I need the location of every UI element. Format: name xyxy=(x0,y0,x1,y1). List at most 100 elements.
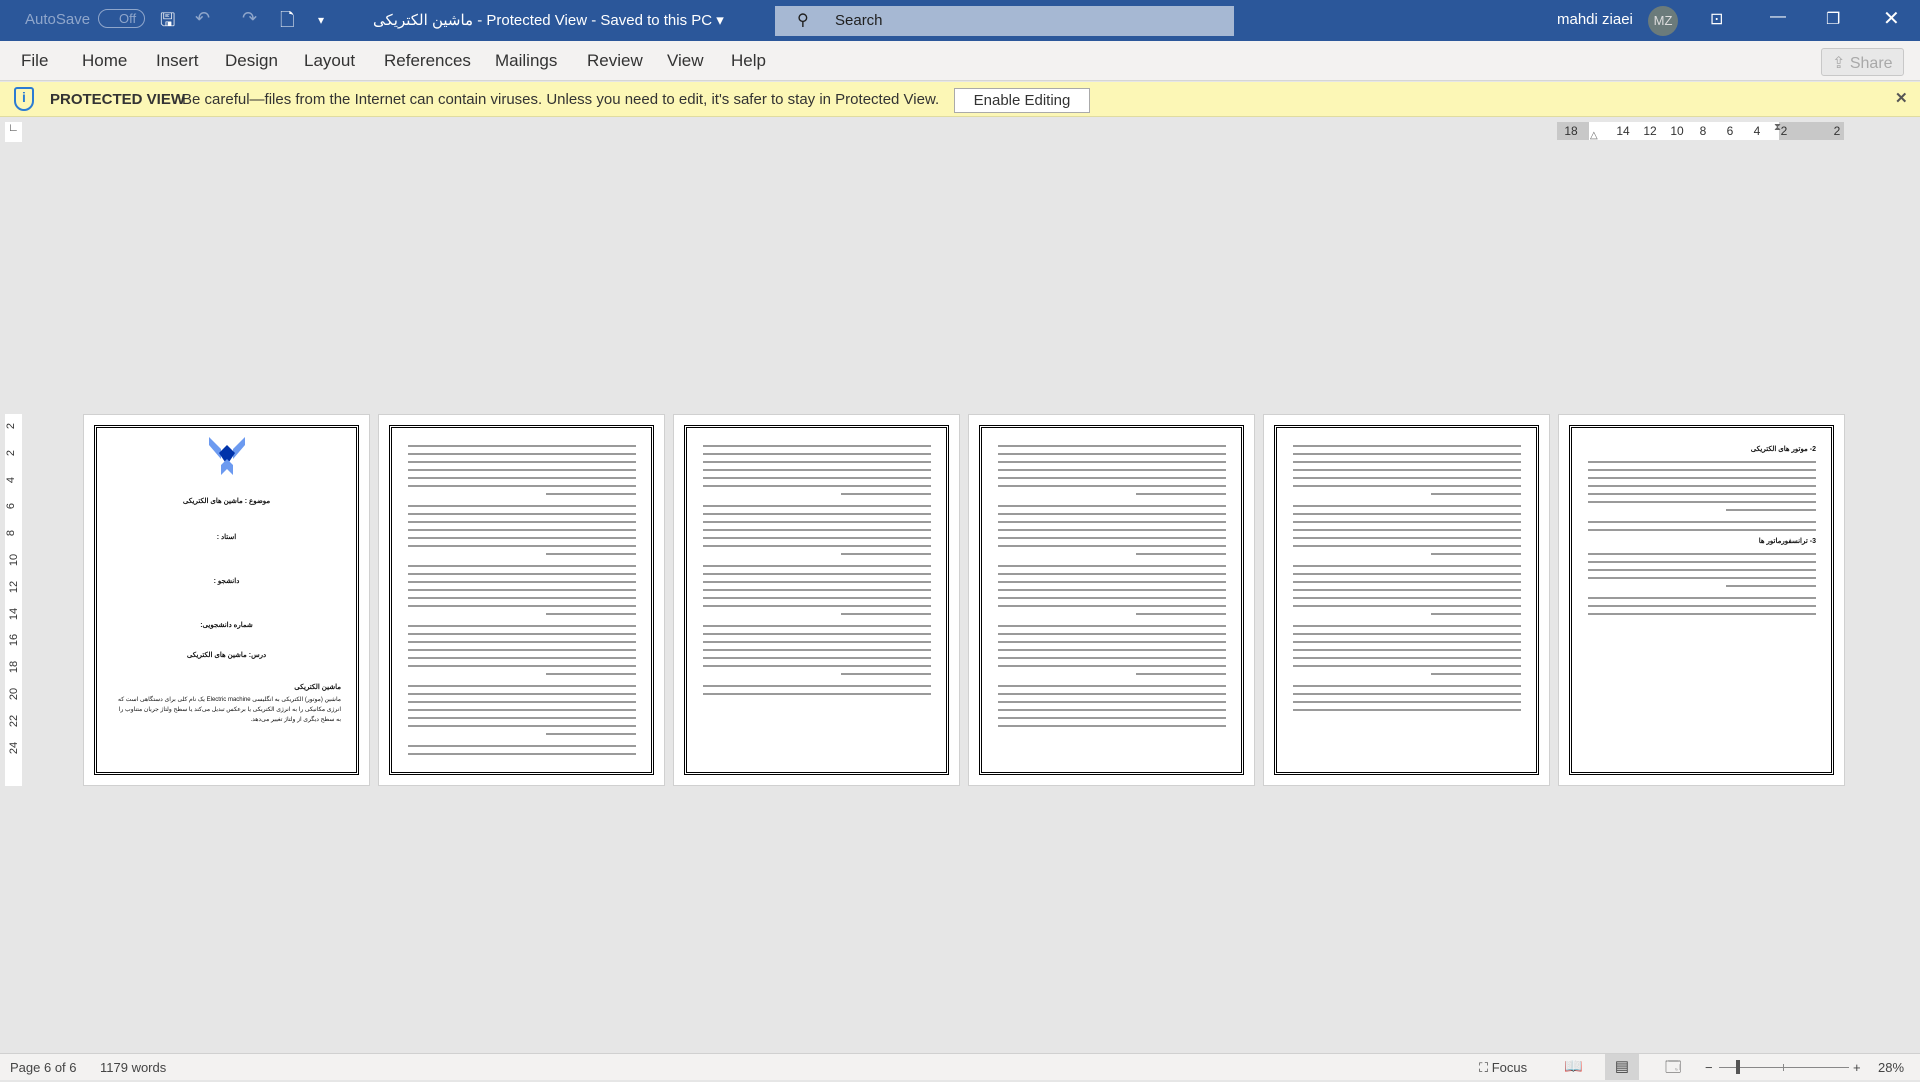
text-line xyxy=(703,537,931,539)
text-line xyxy=(408,701,636,703)
text-line xyxy=(841,613,931,615)
text-line xyxy=(1293,597,1521,599)
text-line xyxy=(408,513,636,515)
text-line xyxy=(1588,501,1816,503)
text-line xyxy=(1136,673,1226,675)
page-thumbnail[interactable] xyxy=(1263,414,1550,786)
text-line xyxy=(703,505,931,507)
ribbon-tabs: File Home Insert Design Layout Reference… xyxy=(0,41,1920,81)
zoom-slider[interactable] xyxy=(1719,1060,1849,1074)
text-line xyxy=(998,485,1226,487)
restore-icon[interactable]: ❐ xyxy=(1826,9,1840,29)
ruler-number: 14 xyxy=(8,607,21,620)
text-line xyxy=(703,657,931,659)
text-line xyxy=(1588,529,1816,531)
page-thumbnail[interactable]: 2- موتور های الکتریکی 3- ترانسفورماتور ها xyxy=(1558,414,1845,786)
text-line xyxy=(1588,461,1816,463)
text-line xyxy=(408,597,636,599)
ruler-number: 10 xyxy=(1670,124,1684,138)
text-line xyxy=(408,545,636,547)
search-icon: ⚲ xyxy=(797,12,809,29)
customize-toolbar-icon[interactable]: ▾ xyxy=(318,13,324,27)
tab-selector[interactable]: ∟ xyxy=(5,122,22,142)
zoom-slider-thumb[interactable] xyxy=(1735,1060,1740,1074)
cover-teacher: استاد : xyxy=(216,534,237,541)
text-line xyxy=(703,597,931,599)
read-mode-icon[interactable]: 📖 xyxy=(1564,1057,1583,1075)
zoom-level[interactable]: 28% xyxy=(1878,1060,1904,1075)
autosave-toggle[interactable]: Off xyxy=(98,9,146,28)
text-line xyxy=(1293,693,1521,695)
user-name[interactable]: mahdi ziaei xyxy=(1557,11,1633,28)
text-line xyxy=(703,589,931,591)
document-title[interactable]: ماشین الکتریکی - Protected View - Saved … xyxy=(373,11,724,29)
redo-icon[interactable]: ↷ xyxy=(242,8,257,29)
tab-references[interactable]: References xyxy=(384,51,471,71)
text-line xyxy=(998,597,1226,599)
tab-file[interactable]: File xyxy=(21,51,48,71)
new-document-icon[interactable]: 🗋 xyxy=(280,8,294,38)
zoom-in-button[interactable]: + xyxy=(1853,1060,1861,1075)
web-layout-icon[interactable]: 🗔 xyxy=(1665,1057,1681,1082)
text-line xyxy=(1293,485,1521,487)
share-button[interactable]: ⇪ Share xyxy=(1821,48,1904,76)
ruler-number: 20 xyxy=(8,687,21,701)
text-line xyxy=(1293,657,1521,659)
close-bar-icon[interactable]: ✕ xyxy=(1895,89,1908,107)
shield-info-icon: i xyxy=(14,87,34,111)
word-count[interactable]: 1179 words xyxy=(100,1060,166,1075)
page-thumbnail[interactable] xyxy=(968,414,1255,786)
enable-editing-button[interactable]: Enable Editing xyxy=(954,88,1090,113)
text-line xyxy=(1293,605,1521,607)
text-line xyxy=(1293,521,1521,523)
horizontal-ruler[interactable]: 18 14 12 10 8 6 4 2 2 △ ⧗ xyxy=(1557,122,1844,141)
text-line xyxy=(998,573,1226,575)
doc-name: ماشین الکتریکی xyxy=(373,12,474,29)
undo-icon[interactable]: ↶ xyxy=(195,8,210,29)
ribbon-display-options-icon[interactable]: ⊡ xyxy=(1710,9,1723,29)
text-line xyxy=(408,717,636,719)
tab-home[interactable]: Home xyxy=(82,51,127,71)
text-line xyxy=(998,701,1226,703)
zoom-out-button[interactable]: − xyxy=(1705,1060,1713,1075)
tab-layout[interactable]: Layout xyxy=(304,51,355,71)
text-line xyxy=(408,581,636,583)
tab-mailings[interactable]: Mailings xyxy=(495,51,557,71)
focus-button[interactable]: ⛶ Focus xyxy=(1479,1060,1527,1076)
right-indent-marker[interactable]: ⧗ xyxy=(1774,122,1781,133)
close-icon[interactable]: ✕ xyxy=(1883,6,1900,31)
text-line xyxy=(1293,461,1521,463)
tab-design[interactable]: Design xyxy=(225,51,278,71)
text-line xyxy=(703,477,931,479)
text-line xyxy=(1293,513,1521,515)
text-line xyxy=(408,529,636,531)
tab-view[interactable]: View xyxy=(667,51,704,71)
ruler-number: 14 xyxy=(1616,124,1630,138)
minimize-icon[interactable]: — xyxy=(1770,8,1786,26)
text-line xyxy=(998,717,1226,719)
search-box[interactable]: ⚲ Search xyxy=(775,6,1234,36)
tab-help[interactable]: Help xyxy=(731,51,766,71)
text-line xyxy=(998,665,1226,667)
save-icon[interactable]: 🖫 xyxy=(160,8,175,38)
text-line xyxy=(1293,685,1521,687)
print-layout-icon[interactable]: ▤ xyxy=(1605,1054,1639,1080)
tab-review[interactable]: Review xyxy=(587,51,643,71)
page-thumbnail[interactable]: موضوع : ماشین های الکتریکی استاد : دانشجو … xyxy=(83,414,370,786)
tab-insert[interactable]: Insert xyxy=(156,51,199,71)
page-thumbnail[interactable] xyxy=(378,414,665,786)
text-line xyxy=(703,521,931,523)
text-line xyxy=(408,469,636,471)
text-line xyxy=(1431,613,1521,615)
vertical-ruler[interactable]: 2 2 4 6 8 10 12 14 16 18 20 22 24 xyxy=(5,414,22,786)
text-line xyxy=(1431,673,1521,675)
page-thumbnail[interactable] xyxy=(673,414,960,786)
avatar[interactable]: MZ xyxy=(1648,6,1678,36)
left-indent-marker[interactable]: △ xyxy=(1590,130,1598,141)
ruler-number: 4 xyxy=(1753,124,1761,138)
text-line xyxy=(703,573,931,575)
page-count[interactable]: Page 6 of 6 xyxy=(10,1060,77,1075)
text-line xyxy=(408,657,636,659)
text-line xyxy=(998,461,1226,463)
text-line xyxy=(1588,597,1816,599)
